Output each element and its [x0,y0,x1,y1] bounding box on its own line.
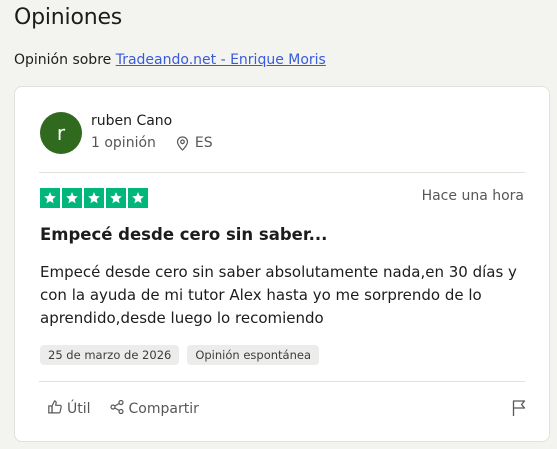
star-icon [62,188,82,208]
star-icon [106,188,126,208]
star-rating [40,188,148,208]
useful-label: Útil [67,401,91,417]
author-name[interactable]: ruben Cano [91,113,172,129]
star-icon [84,188,104,208]
author-meta: 1 opinión ES [91,135,213,151]
review-about-line: Opinión sobre Tradeando.net - Enrique Mo… [14,52,326,68]
star-icon [128,188,148,208]
useful-button[interactable]: Útil [47,399,91,419]
review-time-ago: Hace una hora [421,188,524,204]
report-flag-icon[interactable] [511,399,527,421]
review-tags: 25 de marzo de 2026 Opinión espontánea [40,345,319,365]
location-pin-icon [176,135,189,151]
country-code: ES [194,135,213,151]
section-heading: Opiniones [14,5,123,30]
star-icon [40,188,60,208]
review-actions: Útil Compartir [47,399,199,419]
divider [39,172,525,173]
review-type-tag[interactable]: Opinión espontánea [187,345,319,365]
reviews-page: Opiniones Opinión sobre Tradeando.net - … [0,0,557,449]
avatar[interactable]: r [40,112,82,154]
review-title[interactable]: Empecé desde cero sin saber... [40,225,327,244]
share-icon [109,399,125,419]
thumbs-up-icon [47,399,63,419]
review-body: Empecé desde cero sin saber absolutament… [40,263,517,327]
share-button[interactable]: Compartir [109,399,199,419]
about-prefix: Opinión sobre [14,52,116,68]
review-card: r ruben Cano 1 opinión ES Hace una hora … [14,86,550,442]
share-label: Compartir [128,401,199,417]
company-link[interactable]: Tradeando.net - Enrique Moris [116,52,326,68]
divider [39,381,525,382]
review-count: 1 opinión [91,135,156,151]
experience-date-tag: 25 de marzo de 2026 [40,345,180,365]
